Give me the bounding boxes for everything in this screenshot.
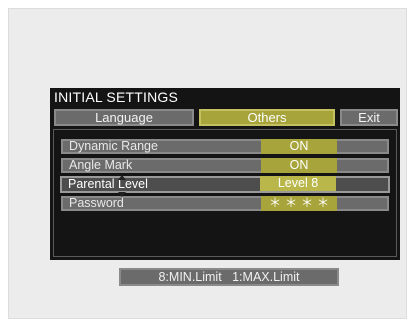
- setting-row-parental-level[interactable]: Parental Level Level 8: [60, 176, 390, 193]
- tab-others[interactable]: Others: [199, 109, 335, 126]
- menu-title: INITIAL SETTINGS: [54, 89, 179, 105]
- min-limit-label: 8:MIN.Limit: [158, 270, 222, 284]
- setting-row-dynamic-range[interactable]: Dynamic Range ON: [61, 139, 389, 154]
- setting-value-password[interactable]: ＊ ＊ ＊ ＊: [261, 196, 337, 211]
- others-settings-panel: Dynamic Range ON Angle Mark ON Parental …: [53, 129, 397, 286]
- setting-label-dynamic-range: Dynamic Range: [69, 139, 158, 153]
- setting-row-angle-mark[interactable]: Angle Mark ON: [61, 158, 389, 173]
- screen-frame: INITIAL SETTINGS Language Others Exit Dy…: [8, 8, 407, 319]
- parental-limit-hint: 8:MIN.Limit 1:MAX.Limit: [119, 268, 339, 286]
- setting-value-dynamic-range[interactable]: ON: [261, 139, 337, 154]
- setting-value-angle-mark[interactable]: ON: [261, 158, 337, 173]
- setting-value-parental-level[interactable]: Level 8: [260, 176, 336, 191]
- scroll-up-arrow-icon: [118, 175, 126, 180]
- setting-label-parental-level: Parental Level: [68, 177, 148, 191]
- max-limit-label: 1:MAX.Limit: [232, 270, 300, 284]
- initial-settings-menu: INITIAL SETTINGS Language Others Exit Dy…: [50, 88, 400, 286]
- tab-language[interactable]: Language: [54, 109, 194, 126]
- setting-row-password[interactable]: Password ＊ ＊ ＊ ＊: [61, 196, 389, 211]
- scroll-down-arrow-icon: [118, 192, 126, 197]
- setting-label-angle-mark: Angle Mark: [69, 158, 133, 172]
- setting-label-password: Password: [69, 196, 124, 210]
- tab-exit[interactable]: Exit: [340, 109, 398, 126]
